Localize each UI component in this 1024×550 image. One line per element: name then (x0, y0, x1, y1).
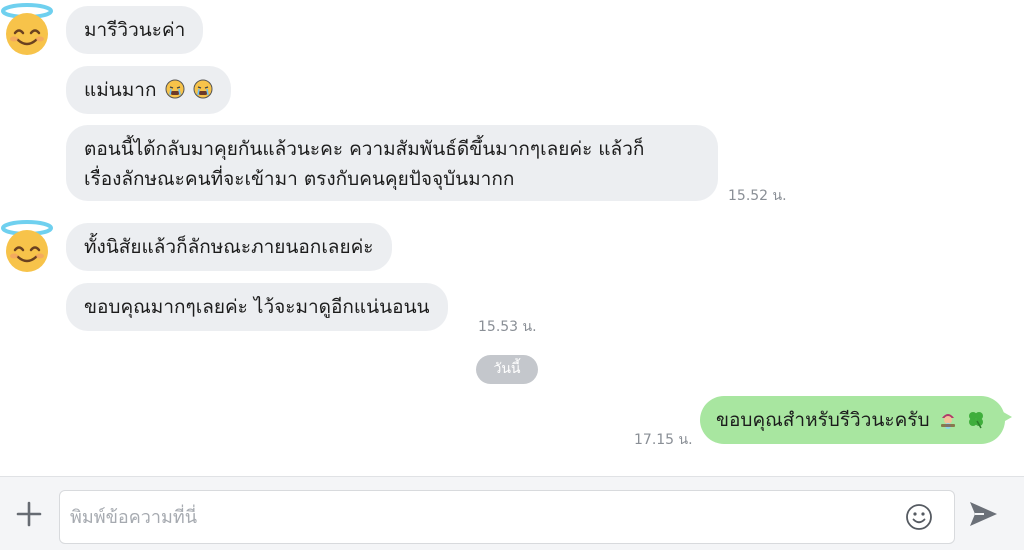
sender-avatar[interactable] (0, 219, 54, 273)
my-message-bubble[interactable]: ขอบคุณสำหรับรีวิวนะครับ (700, 396, 1005, 444)
message-text: ขอบคุณมากๆเลยค่ะ ไว้จะมาดูอีกแน่นอนน (84, 296, 430, 318)
message-input-box[interactable] (59, 490, 955, 544)
message-text: ขอบคุณสำหรับรีวิวนะครับ (716, 409, 930, 431)
halo-smiling-face-icon (1, 3, 53, 55)
message-bubble[interactable]: แม่นมาก (66, 66, 231, 114)
message-composer (0, 476, 1024, 550)
message-text: มารีวิวนะค่า (84, 19, 186, 41)
crying-face-icon (165, 79, 185, 99)
message-text-line: ตอนนี้ได้กลับมาคุยกันแล้วนะคะ ความสัมพัน… (84, 138, 645, 160)
message-text: ทั้งนิสัยแล้วก็ลักษณะภายนอกเลยค่ะ (84, 236, 374, 258)
halo-smiling-face-icon (1, 220, 53, 272)
message-bubble[interactable]: ทั้งนิสัยแล้วก็ลักษณะภายนอกเลยค่ะ (66, 223, 392, 271)
smile-icon[interactable] (904, 502, 934, 532)
message-timestamp: 15.53 น. (478, 319, 537, 335)
bubble-tail (998, 409, 1012, 425)
sender-avatar[interactable] (0, 2, 54, 56)
message-bubble[interactable]: ขอบคุณมากๆเลยค่ะ ไว้จะมาดูอีกแน่นอนน (66, 283, 448, 331)
send-icon[interactable] (966, 497, 1000, 531)
plus-icon[interactable] (12, 497, 46, 531)
message-bubble[interactable]: ตอนนี้ได้กลับมาคุยกันแล้วนะคะ ความสัมพัน… (66, 125, 718, 201)
date-divider: วันนี้ (476, 355, 538, 384)
message-timestamp: 17.15 น. (634, 432, 693, 448)
message-input[interactable] (70, 491, 890, 543)
message-timestamp: 15.52 น. (728, 188, 787, 204)
four-leaf-clover-icon (968, 412, 983, 429)
crying-face-icon (193, 79, 213, 99)
message-bubble[interactable]: มารีวิวนะค่า (66, 6, 204, 54)
message-text: แม่นมาก (84, 79, 157, 101)
fortune-teller-icon (940, 414, 955, 429)
message-text-line: เรื่องลักษณะคนที่จะเข้ามา ตรงกับคนคุยปัจ… (84, 168, 515, 190)
chat-area: มารีวิวนะค่า แม่นมาก ตอนนี้ได้กลับมาคุยก… (0, 0, 1024, 476)
